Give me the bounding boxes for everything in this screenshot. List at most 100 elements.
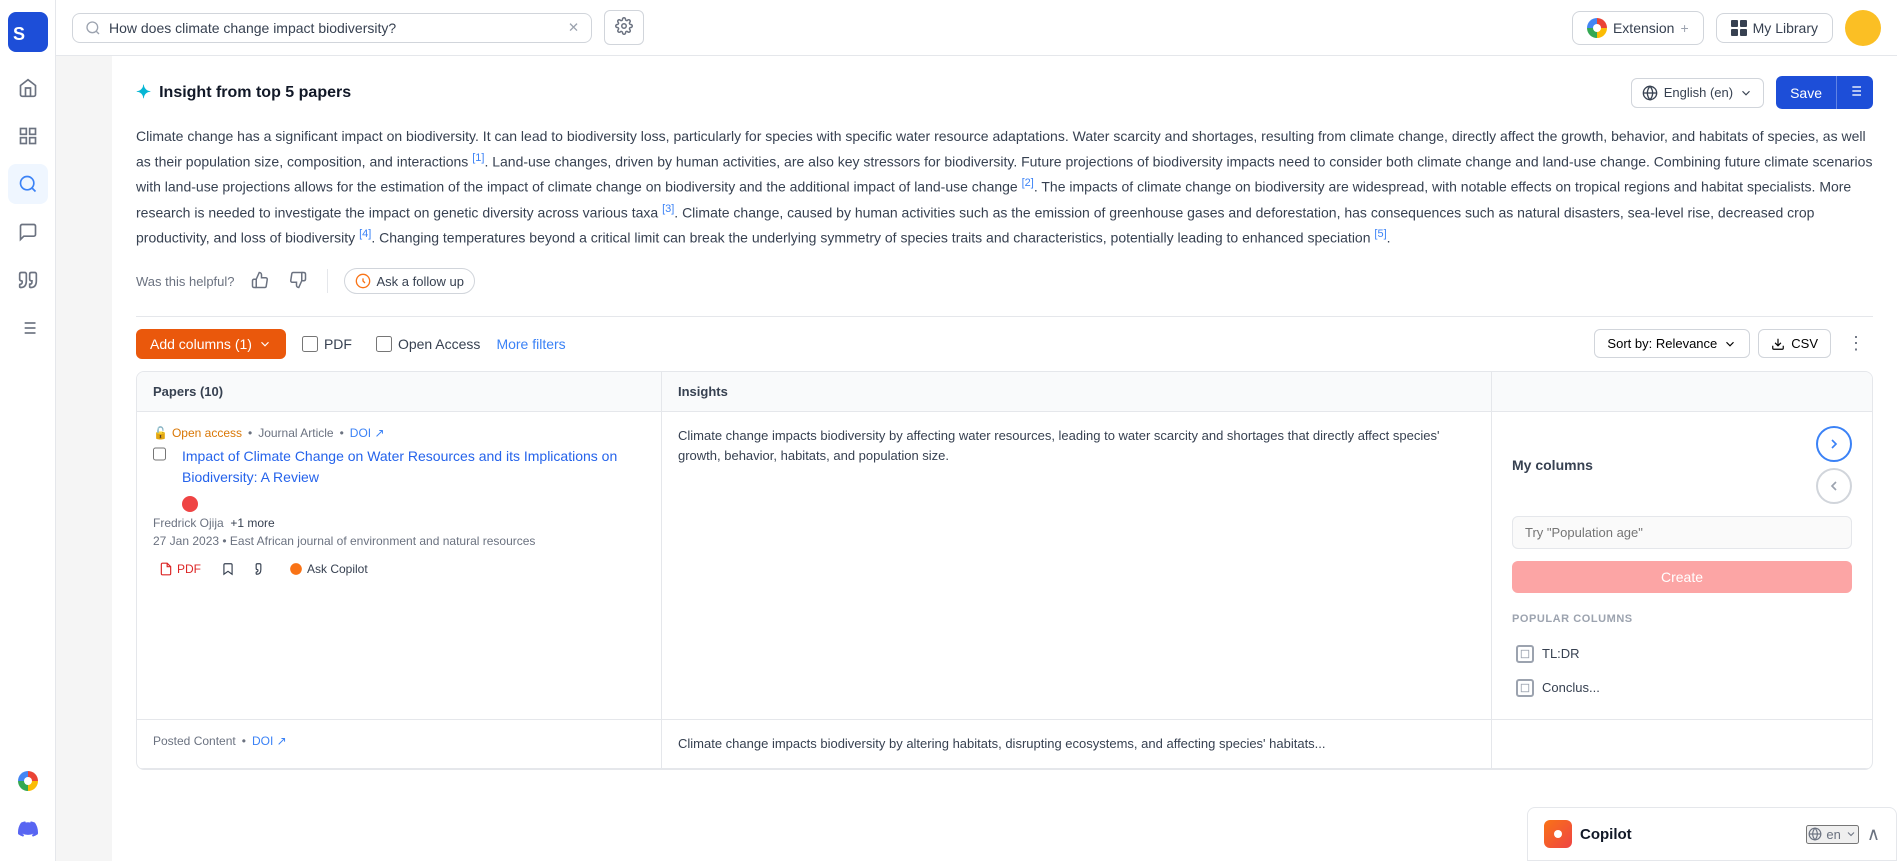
extension-button[interactable]: Extension + xyxy=(1572,11,1704,45)
my-library-button[interactable]: My Library xyxy=(1716,13,1833,43)
settings-button[interactable] xyxy=(604,10,644,45)
helpful-label: Was this helpful? xyxy=(136,274,235,289)
list-icon[interactable] xyxy=(8,308,48,348)
paper-meta-2: Posted Content • DOI ↗ xyxy=(153,734,645,748)
open-access-label: Open Access xyxy=(398,336,481,352)
grid-icon xyxy=(1731,20,1747,36)
copilot-close-button[interactable]: ∧ xyxy=(1867,824,1880,845)
copilot-icon-1 xyxy=(289,562,303,576)
filters-right: Sort by: Relevance CSV xyxy=(1594,329,1873,358)
paper-bookmark-button-1[interactable] xyxy=(215,558,241,580)
cell-insight-1: Climate change impacts biodiversity by a… xyxy=(662,412,1492,719)
sort-select[interactable]: Sort by: Relevance xyxy=(1594,329,1750,358)
ask-followup-button[interactable]: Ask a follow up xyxy=(344,268,475,294)
sidebar: S xyxy=(0,0,56,861)
avatar[interactable] xyxy=(1845,10,1881,46)
discord-icon[interactable] xyxy=(8,809,48,849)
add-columns-button[interactable]: Add columns (1) xyxy=(136,329,286,359)
chrome-icon xyxy=(1587,18,1607,38)
globe-icon xyxy=(1808,827,1822,841)
main-content: ✦ Insight from top 5 papers English (en) xyxy=(112,56,1897,861)
sparkle-icon: ✦ xyxy=(136,82,151,103)
popular-col-conclusion[interactable]: Conclus... xyxy=(1512,671,1852,705)
search-input[interactable] xyxy=(109,20,560,36)
paper-meta-1: 🔓 Open access • Journal Article • DOI ↗ xyxy=(153,426,645,440)
arrow-left-icon xyxy=(1826,478,1842,494)
sort-label: Sort by: Relevance xyxy=(1607,336,1717,351)
thumbs-down-icon xyxy=(289,271,307,289)
doi-link-2[interactable]: DOI ↗ xyxy=(252,734,287,748)
arrow-left-button[interactable] xyxy=(1816,468,1852,504)
copilot-lang-label: en xyxy=(1826,827,1840,842)
more-options-button[interactable]: ⋮ xyxy=(1839,329,1873,358)
open-access-checkbox[interactable] xyxy=(376,336,392,352)
pdf-checkbox[interactable] xyxy=(302,336,318,352)
save-button-group: Save xyxy=(1776,76,1873,109)
language-label: English (en) xyxy=(1664,85,1733,100)
my-columns-panel-header xyxy=(1492,372,1872,411)
cell-mycolumns-1: My columns xyxy=(1492,412,1872,719)
extension-label: Extension xyxy=(1613,20,1674,36)
ask-followup-label: Ask a follow up xyxy=(377,274,464,289)
paper-pdf-button-1[interactable]: PDF xyxy=(153,558,207,580)
export-csv-button[interactable]: CSV xyxy=(1758,329,1831,358)
pdf-icon-1 xyxy=(159,562,173,576)
cell-paper-2: Posted Content • DOI ↗ xyxy=(137,720,662,769)
globe-icon xyxy=(1642,85,1658,101)
collapse-icon-1[interactable] xyxy=(182,496,198,512)
pdf-label: PDF xyxy=(324,336,352,352)
copilot-title: Copilot xyxy=(1580,826,1798,843)
search-bar[interactable]: ✕ xyxy=(72,13,592,43)
popular-col-tldr[interactable]: TL:DR xyxy=(1512,637,1852,671)
bookmark-icon-1 xyxy=(221,562,235,576)
csv-label: CSV xyxy=(1791,336,1818,351)
more-filters-button[interactable]: More filters xyxy=(496,336,565,352)
column-name-input[interactable] xyxy=(1512,516,1852,549)
thumbs-up-button[interactable] xyxy=(247,267,273,296)
cell-mycolumns-2 xyxy=(1492,720,1872,769)
insight-title: ✦ Insight from top 5 papers xyxy=(136,82,351,103)
copilot-icon xyxy=(355,273,371,289)
paper-copilot-button-1[interactable]: Ask Copilot xyxy=(283,558,374,580)
my-columns-title: My columns xyxy=(1512,457,1593,473)
helpful-row: Was this helpful? xyxy=(136,267,1873,296)
filters-row: Add columns (1) PDF Open Access More fil… xyxy=(136,316,1873,371)
paper-checkbox-1[interactable] xyxy=(153,446,166,462)
search-clear-button[interactable]: ✕ xyxy=(568,20,579,36)
copilot-bar: Copilot en ∧ xyxy=(1527,807,1897,861)
save-options-button[interactable] xyxy=(1836,76,1873,109)
copilot-logo-icon xyxy=(1550,826,1566,842)
paper-title-1[interactable]: Impact of Climate Change on Water Resour… xyxy=(182,446,645,488)
paper-cite-button-1[interactable] xyxy=(249,558,275,580)
open-access-badge-1: 🔓 Open access xyxy=(153,426,242,440)
copilot-language-button[interactable]: en xyxy=(1806,825,1858,844)
dashboard-icon[interactable] xyxy=(8,116,48,156)
divider xyxy=(327,269,328,293)
arrow-right-button[interactable] xyxy=(1816,426,1852,462)
cell-paper-1: 🔓 Open access • Journal Article • DOI ↗ xyxy=(137,412,662,719)
paper-actions-1: PDF xyxy=(153,558,645,580)
language-selector[interactable]: English (en) xyxy=(1631,78,1764,108)
arrow-right-icon xyxy=(1826,436,1842,452)
col-tldr-icon xyxy=(1516,645,1534,663)
download-icon xyxy=(1771,337,1785,351)
tldr-icon xyxy=(1520,649,1530,659)
save-button[interactable]: Save xyxy=(1776,76,1836,109)
chat-icon[interactable] xyxy=(8,212,48,252)
scispace-logo[interactable]: S xyxy=(8,12,48,52)
quote-icon[interactable] xyxy=(8,260,48,300)
create-column-button[interactable]: Create xyxy=(1512,561,1852,593)
papers-table: Papers (10) Insights xyxy=(136,371,1873,771)
thumbs-up-icon xyxy=(251,271,269,289)
google-icon[interactable] xyxy=(8,761,48,801)
doi-link-1[interactable]: DOI ↗ xyxy=(350,426,385,440)
pdf-filter[interactable]: PDF xyxy=(294,332,360,356)
search-icon[interactable] xyxy=(8,164,48,204)
col-insights-header: Insights xyxy=(662,372,1492,411)
table-row: Posted Content • DOI ↗ Climate change im… xyxy=(137,720,1872,770)
thumbs-down-button[interactable] xyxy=(285,267,311,296)
home-icon[interactable] xyxy=(8,68,48,108)
chevron-down-icon xyxy=(258,337,272,351)
add-columns-label: Add columns (1) xyxy=(150,336,252,352)
open-access-filter[interactable]: Open Access xyxy=(368,332,489,356)
